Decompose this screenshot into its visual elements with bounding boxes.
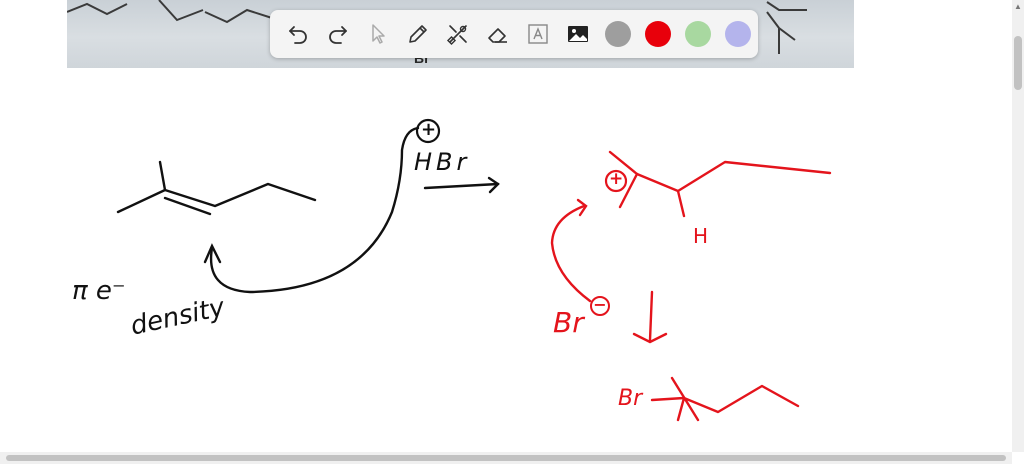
product-structure bbox=[650, 376, 800, 422]
carbocation-charge-label: + bbox=[609, 169, 624, 189]
whiteboard-canvas[interactable] bbox=[0, 0, 1012, 452]
vertical-scrollbar[interactable]: ▲ bbox=[1012, 0, 1024, 452]
alkene-structure bbox=[116, 160, 317, 216]
scroll-up-icon[interactable]: ▲ bbox=[1012, 0, 1024, 12]
down-arrow bbox=[648, 290, 654, 342]
hydrogen-label: H bbox=[693, 224, 709, 248]
horizontal-scroll-thumb[interactable] bbox=[6, 455, 1006, 461]
arrowhead-to-pi bbox=[203, 243, 222, 264]
reaction-arrow bbox=[423, 182, 500, 190]
bromide-charge-label: − bbox=[590, 296, 610, 316]
horizontal-scrollbar[interactable] bbox=[0, 452, 1012, 464]
reagent-label: HBr bbox=[414, 148, 471, 176]
vertical-scroll-thumb[interactable] bbox=[1014, 36, 1022, 90]
reagent-charge-label: + bbox=[421, 119, 437, 140]
curved-arrow-pi-to-h bbox=[209, 126, 420, 294]
bromide-label: Br bbox=[553, 306, 584, 339]
pi-electron-label: π e⁻ bbox=[72, 276, 126, 306]
carbocation-structure bbox=[608, 150, 832, 218]
curved-arrow-br-to-cation bbox=[550, 204, 592, 303]
product-br-label: Br bbox=[618, 386, 643, 411]
